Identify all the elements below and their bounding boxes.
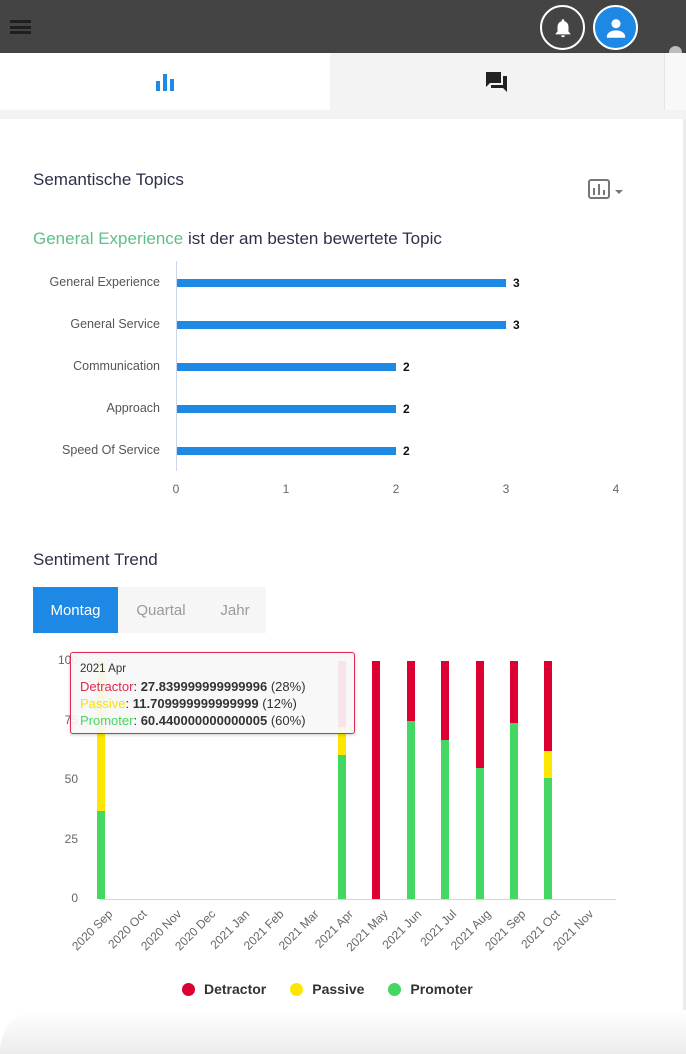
legend-passive[interactable]: Passive — [290, 981, 364, 997]
bar-segment-promoter — [406, 720, 415, 899]
tooltip-row: Passive: 11.709999999999999 (12%) — [80, 695, 345, 712]
x-axis-line — [100, 899, 616, 900]
tooltip-value: 60.440000000000005 — [140, 713, 268, 728]
x-tick-label: 0 — [172, 482, 180, 496]
tooltip-pct: (12%) — [258, 696, 297, 711]
bar-category-label: Speed Of Service — [62, 443, 160, 457]
period-toggle: Montag Quartal Jahr — [33, 587, 266, 633]
bottom-shadow — [0, 1010, 686, 1054]
chart-type-dropdown[interactable] — [588, 179, 625, 199]
best-topic-summary: General Experience ist der am besten bew… — [33, 229, 442, 249]
toggle-quartal[interactable]: Quartal — [118, 587, 204, 633]
bar — [177, 279, 506, 287]
tooltip-sep: : — [133, 713, 141, 728]
tooltip-pct: (28%) — [267, 679, 306, 694]
bar — [177, 321, 506, 329]
bar-category-label: Approach — [106, 401, 160, 415]
divider-band — [0, 110, 686, 119]
bar-segment-passive — [544, 751, 553, 778]
topics-title: Semantische Topics — [33, 170, 184, 189]
bar-chart-box-icon — [588, 179, 610, 199]
tooltip-value: 11.709999999999999 — [132, 696, 259, 711]
tooltip-sep: : — [125, 696, 133, 711]
bar-category-label: General Experience — [49, 275, 160, 289]
bar-segment-detractor — [475, 661, 484, 769]
best-topic-name[interactable]: General Experience — [33, 229, 183, 248]
tooltip-series-name: Detractor — [80, 679, 134, 694]
bar-category-label: General Service — [70, 317, 160, 331]
tooltip-header: 2021 Apr — [80, 663, 127, 675]
bar-segment-promoter — [338, 755, 346, 899]
x-tick-label: 4 — [612, 482, 620, 496]
tooltip-row: Promoter: 60.440000000000005 (60%) — [80, 712, 345, 729]
legend-detractor[interactable]: Detractor — [182, 981, 266, 997]
sentiment-title: Sentiment Trend — [33, 550, 158, 569]
notifications-button[interactable] — [540, 5, 585, 50]
legend-label: Passive — [312, 981, 365, 997]
bar-segment-promoter — [441, 739, 450, 899]
legend-label: Promoter — [410, 981, 473, 997]
x-tick-label: 2 — [392, 482, 400, 496]
bar-value-label: 3 — [513, 318, 520, 332]
x-tick-label: 2020 Sep — [68, 907, 116, 954]
bar-segment-promoter — [97, 810, 106, 899]
top-app-bar — [0, 0, 686, 53]
bar-segment-promoter — [475, 768, 484, 899]
tab-analytics[interactable] — [0, 53, 330, 110]
tooltip-sep: : — [133, 679, 141, 694]
chart-tooltip: 2021 Apr Detractor: 27.839999999999996 (… — [70, 652, 355, 734]
bar — [177, 447, 396, 455]
legend-label: Detractor — [204, 981, 267, 997]
x-tick-label: 3 — [502, 482, 510, 496]
tooltip-series-name: Passive — [80, 696, 126, 711]
bar-value-label: 3 — [513, 276, 520, 290]
promoter-dot-icon — [388, 982, 402, 996]
tooltip-pct: (60%) — [267, 713, 306, 728]
tooltip-series-name: Promoter — [80, 713, 134, 728]
profile-button[interactable] — [593, 5, 638, 50]
hamburger-icon[interactable] — [10, 20, 31, 34]
bar — [177, 405, 396, 413]
tooltip-value: 27.839999999999996 — [140, 679, 268, 694]
bar-segment-promoter — [544, 777, 553, 899]
passive-dot-icon — [290, 982, 304, 996]
bar-value-label: 2 — [403, 444, 410, 458]
tab-comments[interactable] — [330, 53, 664, 110]
user-icon — [606, 18, 625, 38]
legend-promoter[interactable]: Promoter — [388, 981, 473, 997]
bar-category-label: Communication — [73, 359, 160, 373]
chart-legend: Detractor Passive Promoter — [182, 981, 497, 997]
view-tabs — [0, 53, 664, 110]
bar — [177, 363, 396, 371]
y-tick-label: 50 — [64, 772, 78, 786]
bar-chart-icon — [156, 73, 174, 91]
detractor-dot-icon — [182, 982, 195, 996]
tooltip-row: Detractor: 27.839999999999996 (28%) — [80, 678, 345, 695]
best-topic-suffix: ist der am besten bewertete Topic — [183, 229, 442, 248]
bar-value-label: 2 — [403, 402, 410, 416]
toggle-jahr[interactable]: Jahr — [204, 587, 266, 633]
bar-segment-detractor — [406, 661, 415, 721]
bar-segment-promoter — [510, 722, 518, 899]
bar-segment-detractor — [510, 661, 518, 723]
y-tick-label: 25 — [64, 831, 78, 846]
bar-segment-detractor — [441, 661, 450, 740]
bar-segment-detractor — [544, 661, 553, 752]
chat-icon — [486, 71, 507, 92]
toggle-montag[interactable]: Montag — [33, 587, 118, 633]
x-tick-label: 1 — [282, 482, 290, 496]
caret-down-icon — [615, 190, 623, 194]
bar-value-label: 2 — [403, 360, 410, 374]
y-tick-label: 0 — [71, 891, 78, 905]
bar-segment-detractor — [372, 661, 381, 899]
bell-icon — [555, 18, 570, 37]
